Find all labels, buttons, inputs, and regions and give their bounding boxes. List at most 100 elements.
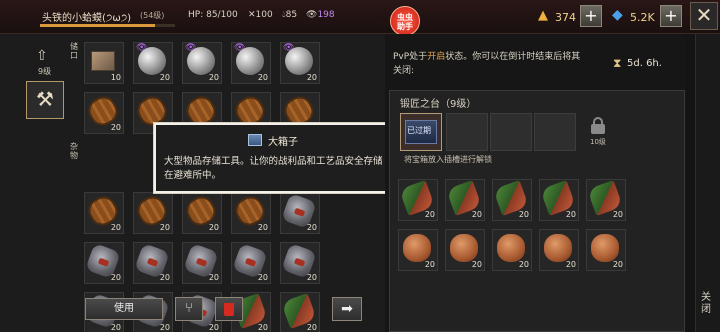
unlock-hint: 将宝箱放入插槽进行解锁 (404, 155, 492, 164)
inventory-slot[interactable]: 20 (83, 191, 124, 234)
anvil-title: 锻匠之台（9级） (400, 99, 477, 110)
chest-slot[interactable] (490, 113, 532, 151)
level-up-arrow-icon[interactable]: ⇧ (36, 48, 48, 64)
lock-icon (591, 117, 605, 134)
inventory-slot[interactable]: 20 (280, 192, 320, 234)
item-count: 20 (208, 73, 219, 82)
close-icon[interactable]: ✕ (690, 2, 718, 30)
inventory-slot[interactable]: 20 (182, 242, 222, 284)
item-count: 20 (208, 273, 219, 282)
chest-icon (248, 134, 262, 146)
eye-icon: 👁︎ (136, 43, 148, 53)
item-count: 20 (612, 210, 623, 219)
close-label: 关闭 (701, 292, 711, 315)
crate-icon (91, 51, 115, 71)
expired-label: 已过期 (407, 126, 431, 135)
top-bar: 头铁的小蛤蟆(੭ω੭) (54级) HP: 85/100 ✕100 💧︎85 👁… (0, 0, 720, 36)
inventory-slot[interactable]: 20 (83, 91, 124, 134)
eye-icon: 👁︎ (306, 10, 318, 20)
inventory-slot[interactable]: 20 (280, 242, 320, 284)
inventory-slot[interactable]: 20 (445, 179, 485, 221)
meat-icon (591, 234, 619, 262)
inventory-slot[interactable]: 20 (586, 229, 626, 271)
inventory-slot[interactable]: 20 (398, 179, 438, 221)
player-level: (54级) (140, 11, 165, 20)
anvil-tab[interactable]: ⚒ (26, 81, 64, 119)
fork-knife-icon: ✕ (248, 10, 256, 20)
meat-icon (450, 234, 478, 262)
item-count: 10 (110, 73, 121, 82)
item-count: 20 (257, 73, 268, 82)
item-count: 20 (565, 260, 576, 269)
item-count: 20 (306, 223, 317, 232)
item-count: 20 (424, 260, 435, 269)
inventory-slot[interactable]: 20 (445, 229, 485, 271)
inventory-slot[interactable]: 20 (84, 242, 124, 284)
inventory-slot[interactable]: 20 (133, 242, 173, 284)
item-count: 20 (424, 210, 435, 219)
item-count: 20 (518, 210, 529, 219)
gem-icon: ◆ (612, 7, 623, 23)
inventory-slot[interactable]: 20 (492, 179, 532, 221)
item-count: 20 (306, 323, 317, 332)
radiation-value: 198 (317, 10, 335, 20)
inventory-slot[interactable]: 20 (492, 229, 532, 271)
meat-icon (544, 234, 572, 262)
close-panel-tab[interactable]: 关闭 (695, 34, 720, 332)
player-name[interactable]: 头铁的小蛤蟆(੭ω੭) (42, 9, 131, 24)
anvil-panel: PvP处于开启状态。你可以在倒计时结束后将其关闭: ⧗ 5d. 6h. 锻匠之台… (385, 34, 685, 332)
chest-slot[interactable] (534, 113, 576, 151)
item-count: 20 (208, 223, 219, 232)
chest-slot[interactable] (446, 113, 488, 151)
locked-slot-level: 10级 (590, 138, 606, 146)
meat-icon (403, 234, 431, 262)
inventory-slot[interactable]: 👁︎ 20 (231, 42, 271, 84)
item-count: 20 (471, 260, 482, 269)
inventory-slot[interactable]: 20 (539, 229, 579, 271)
hp-value: HP: 85/100 (188, 10, 238, 20)
item-count: 20 (257, 273, 268, 282)
eye-icon: 👁︎ (283, 43, 295, 53)
trash-icon (224, 303, 234, 316)
item-count: 20 (110, 323, 121, 332)
eye-icon: 👁︎ (185, 43, 197, 53)
inventory-slot[interactable]: 👁︎ 20 (133, 42, 173, 84)
item-count: 20 (208, 323, 219, 332)
inventory-slot[interactable]: 20 (586, 179, 626, 221)
pvp-status-text: PvP处于开启状态。你可以在倒计时结束后将其关闭: (393, 50, 588, 78)
assistant-badge[interactable]: 虫虫 助手 (390, 6, 420, 36)
inventory-slot[interactable]: 20 (539, 179, 579, 221)
pvp-prefix: PvP处于 (393, 52, 428, 62)
meat-icon (497, 234, 525, 262)
item-count: 20 (110, 273, 121, 282)
inventory-slot[interactable]: 👁︎ 20 (182, 42, 222, 84)
storage-section-label: 储口 (70, 42, 78, 60)
item-count: 20 (612, 260, 623, 269)
xp-fill (40, 24, 155, 27)
inventory-slot[interactable]: 20 (280, 292, 320, 332)
eye-icon: 👁︎ (234, 43, 246, 53)
split-stack-button[interactable]: ⑂ (175, 297, 203, 321)
add-gold-button[interactable]: + (580, 5, 602, 27)
inventory-slot[interactable]: 20 (181, 191, 222, 234)
inventory-slot[interactable]: 👁︎ 20 (280, 42, 320, 84)
discard-button[interactable] (215, 297, 243, 321)
food-value: 100 (255, 10, 273, 20)
inventory-slot[interactable]: 20 (398, 229, 438, 271)
inventory-slot[interactable]: 10 (84, 42, 124, 84)
inventory-slot[interactable]: 20 (132, 191, 173, 234)
use-button[interactable]: 使用 (85, 298, 163, 320)
item-count: 20 (110, 123, 121, 132)
level-label: 9级 (38, 67, 52, 76)
item-count: 20 (306, 73, 317, 82)
chest-slot-expired[interactable]: 已过期 (400, 113, 442, 151)
add-gem-button[interactable]: + (660, 5, 682, 27)
inventory-slot[interactable]: 20 (231, 242, 271, 284)
move-to-anvil-button[interactable]: ➡ (332, 297, 362, 321)
tooltip-body: 大箱子 大型物品存储工具。让你的战利品和工艺品安全存储在避难所中。 (156, 125, 390, 191)
gold-icon: ▲ (538, 8, 548, 23)
water-value: 85 (285, 10, 298, 20)
item-tooltip: 大箱子 大型物品存储工具。让你的战利品和工艺品安全存储在避难所中。 (153, 122, 393, 194)
inventory-slot[interactable]: 20 (230, 191, 271, 234)
anvil-station: 锻匠之台（9级） 已过期 10级 将宝箱放入插槽进行解锁 20 20 20 20 20 2… (389, 90, 685, 332)
